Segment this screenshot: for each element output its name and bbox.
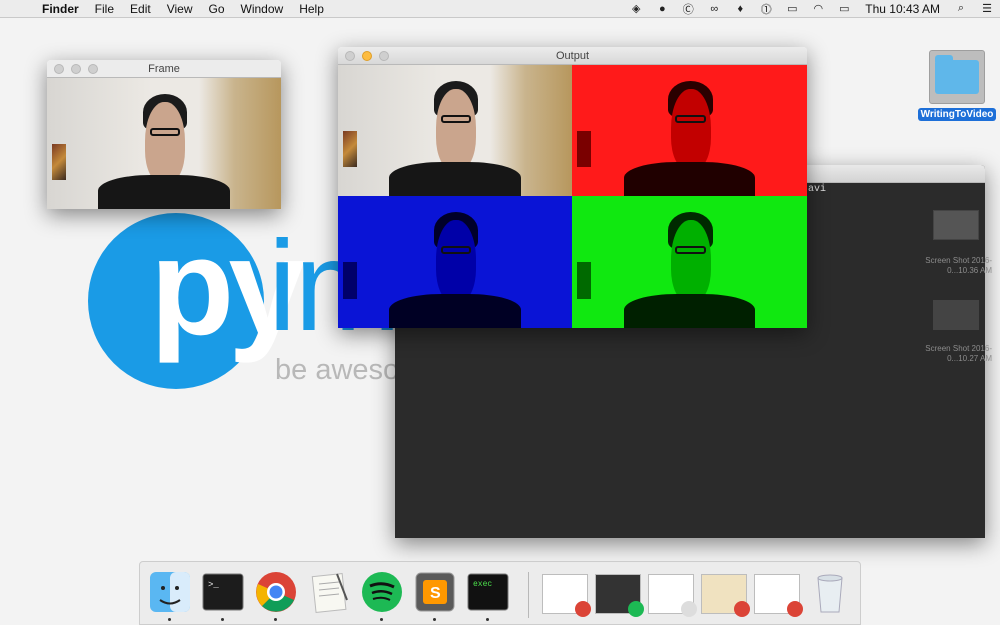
svg-text:>_: >_ (208, 580, 219, 590)
menu-go[interactable]: Go (201, 0, 233, 18)
terminal-icon: >_ (202, 573, 244, 611)
output-window[interactable]: Output (338, 47, 807, 328)
running-indicator (380, 618, 383, 621)
minimize-button[interactable] (362, 51, 372, 61)
minimize-button[interactable] (71, 64, 81, 74)
creative-cloud-icon[interactable]: ∞ (703, 2, 725, 16)
dock-finder[interactable] (148, 570, 192, 621)
dock-exec[interactable]: exec (466, 570, 510, 621)
dock-minimized-window-5[interactable] (754, 574, 803, 617)
menu-file[interactable]: File (87, 0, 122, 18)
dock-minimized-window-2[interactable] (595, 574, 644, 617)
running-indicator (168, 618, 171, 621)
running-indicator (486, 618, 489, 621)
folder-icon (935, 55, 979, 94)
webcam-frame-image (47, 78, 281, 209)
exec-icon (467, 573, 509, 611)
output-original-image (338, 65, 572, 196)
finder-icon (150, 572, 190, 612)
folder-label: WritingToVideo (917, 108, 997, 121)
menu-help[interactable]: Help (291, 0, 332, 18)
frame-titlebar[interactable]: Frame (47, 60, 281, 78)
output-blue-channel-image (338, 196, 572, 328)
chrome-badge-icon (575, 601, 591, 617)
menu-clock[interactable]: Thu 10:43 AM (857, 2, 948, 16)
dock-chrome[interactable] (254, 570, 298, 621)
notification-center-icon[interactable]: ☰ (976, 2, 998, 16)
folder-selection (929, 50, 985, 104)
desktop-screenshot-2-label: Screen Shot 2016-0...10.27 AM (925, 344, 992, 363)
output-titlebar[interactable]: Output (338, 47, 807, 65)
close-button[interactable] (54, 64, 64, 74)
desktop-screenshot-1[interactable] (933, 210, 979, 240)
dock-minimized-window-3[interactable] (648, 574, 697, 617)
running-indicator (221, 618, 224, 621)
close-button[interactable] (345, 51, 355, 61)
spotlight-search-icon[interactable]: ⌕ (950, 2, 972, 16)
spotify-badge-icon (628, 601, 644, 617)
menu-edit[interactable]: Edit (122, 0, 159, 18)
alfred-icon[interactable]: ♦ (729, 2, 751, 16)
textedit-icon (311, 572, 348, 614)
sublime-text-icon: S (415, 572, 455, 612)
copyclip-icon[interactable]: Ⓒ (677, 2, 699, 16)
menu-window[interactable]: Window (233, 0, 292, 18)
svg-text:S: S (430, 585, 441, 602)
output-green-channel-image (572, 196, 807, 328)
desktop-folder[interactable]: WritingToVideo (916, 50, 998, 122)
dock-trash[interactable] (808, 570, 852, 614)
zoom-button[interactable] (88, 64, 98, 74)
chrome-badge-icon (734, 601, 750, 617)
menu-app-finder[interactable]: Finder (34, 0, 87, 18)
desktop-screenshot-1-label: Screen Shot 2016-0...10.36 AM (925, 256, 992, 275)
dock-spotify[interactable] (360, 570, 404, 621)
menu-bar: Finder File Edit View Go Window Help ◈ ●… (0, 0, 1000, 18)
exec-label: exec (473, 580, 493, 589)
running-indicator (433, 618, 436, 621)
wifi-icon[interactable]: ◠ (807, 2, 829, 16)
chrome-icon (256, 572, 296, 612)
textedit-badge-icon (681, 601, 697, 617)
frame-title: Frame (148, 63, 180, 75)
output-title: Output (555, 50, 590, 62)
desktop-screenshot-2[interactable] (933, 300, 979, 330)
dock-terminal[interactable]: >_ (201, 570, 245, 621)
evernote-icon[interactable]: ● (651, 2, 673, 16)
spotify-icon (362, 572, 402, 612)
battery-icon[interactable]: ▭ (833, 2, 855, 16)
zoom-button[interactable] (379, 51, 389, 61)
dock-minimized-window-4[interactable] (701, 574, 750, 617)
frame-window[interactable]: Frame (47, 60, 281, 209)
chrome-badge-icon (787, 601, 803, 617)
running-indicator (274, 618, 277, 621)
airplay-icon[interactable]: ▭ (781, 2, 803, 16)
1password-icon[interactable]: ⓵ (755, 2, 777, 16)
trash-icon (817, 574, 843, 613)
terminal-text: avi (808, 184, 827, 195)
menu-view[interactable]: View (159, 0, 201, 18)
dock-minimized-window-1[interactable] (542, 574, 591, 617)
dock-separator (528, 572, 529, 618)
dropbox-icon[interactable]: ◈ (625, 2, 647, 16)
dock-textedit[interactable] (307, 570, 351, 614)
dock: >_ S exec (139, 561, 861, 625)
dock-sublime[interactable]: S (413, 570, 457, 621)
output-red-channel-image (572, 65, 807, 196)
